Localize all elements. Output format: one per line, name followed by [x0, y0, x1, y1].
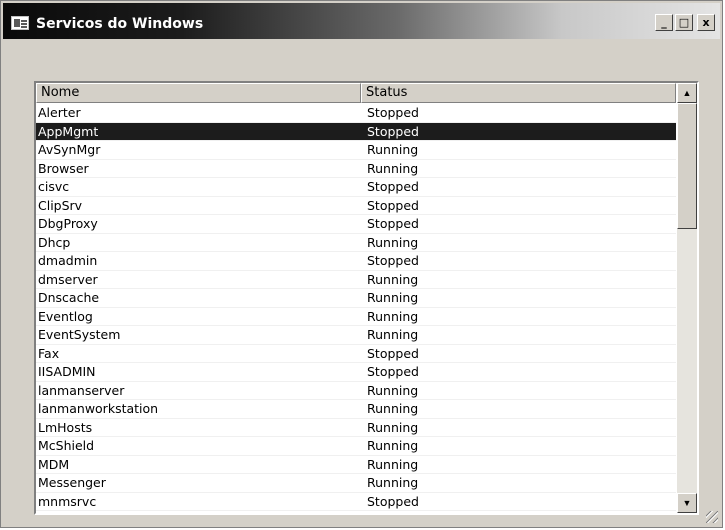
- list-item[interactable]: EventSystem Running: [36, 326, 676, 345]
- service-status: Running: [367, 160, 419, 176]
- service-name: AppMgmt: [38, 123, 99, 139]
- service-status: Running: [367, 290, 419, 305]
- service-status: Stopped: [367, 197, 419, 213]
- service-name: AvSynMgr: [38, 142, 101, 157]
- list-item[interactable]: cisvc Stopped: [36, 178, 676, 197]
- service-name: mnmsrvc: [38, 493, 97, 509]
- window-title: Servicos do Windows: [36, 16, 204, 32]
- service-status: Stopped: [367, 105, 419, 120]
- list-item[interactable]: McShield Running: [36, 437, 676, 456]
- list-item[interactable]: LmHosts Running: [36, 419, 676, 437]
- service-name: Dnscache: [38, 290, 100, 305]
- service-status: Stopped: [367, 123, 419, 139]
- service-status: Stopped: [367, 364, 419, 379]
- list-item[interactable]: DbgProxy Stopped: [36, 215, 676, 234]
- column-header-status[interactable]: Status: [361, 83, 676, 103]
- list-item[interactable]: dmadmin Stopped: [36, 252, 676, 271]
- arrow-down-icon: ▼: [682, 498, 692, 508]
- service-name: lanmanworkstation: [38, 401, 159, 416]
- service-name: LmHosts: [38, 419, 93, 435]
- service-name: DbgProxy: [38, 216, 98, 231]
- services-list-view[interactable]: Nome Status Alerter Stopped AppMgmt Stopped…: [34, 81, 699, 515]
- list-item[interactable]: Dhcp Running: [36, 234, 676, 252]
- service-name: lanmanserver: [38, 382, 125, 398]
- list-item[interactable]: Alerter Stopped: [36, 104, 676, 123]
- service-name: IISADMIN: [38, 364, 96, 379]
- list-item[interactable]: mnmsrvc Stopped: [36, 493, 676, 511]
- title-bar[interactable]: Servicos do Windows _ □ x: [3, 3, 720, 39]
- list-item[interactable]: ClipSrv Stopped: [36, 197, 676, 215]
- service-name: ClipSrv: [38, 197, 83, 213]
- service-status: Running: [367, 327, 419, 342]
- service-status: Running: [367, 438, 419, 453]
- service-name: Fax: [38, 345, 60, 361]
- close-button[interactable]: x: [697, 14, 715, 31]
- service-status: Running: [367, 308, 419, 324]
- service-name: cisvc: [38, 179, 70, 194]
- service-name: Alerter: [38, 105, 81, 120]
- service-status: Running: [367, 456, 419, 472]
- service-name: McShield: [38, 438, 95, 453]
- service-status: Running: [367, 475, 419, 490]
- service-name: Eventlog: [38, 308, 93, 324]
- scrollbar-thumb[interactable]: [677, 103, 697, 229]
- service-name: Dhcp: [38, 234, 71, 250]
- list-item[interactable]: Dnscache Running: [36, 289, 676, 308]
- service-status: Stopped: [367, 345, 419, 361]
- service-name: Messenger: [38, 475, 106, 490]
- vertical-scrollbar[interactable]: ▲ ▼: [677, 83, 697, 513]
- arrow-up-icon: ▲: [682, 88, 692, 98]
- service-status: Stopped: [367, 493, 419, 509]
- list-item[interactable]: lanmanworkstation Running: [36, 400, 676, 419]
- column-header-nome[interactable]: Nome: [36, 83, 361, 103]
- list-item[interactable]: lanmanserver Running: [36, 382, 676, 400]
- resize-grip-icon[interactable]: [706, 511, 718, 523]
- service-status: Running: [367, 382, 419, 398]
- services-window: Servicos do Windows _ □ x Nome Status Al…: [0, 0, 723, 528]
- scroll-down-button[interactable]: ▼: [677, 493, 697, 513]
- list-item[interactable]: Messenger Running: [36, 474, 676, 493]
- service-status: Stopped: [367, 216, 419, 231]
- list-item[interactable]: Eventlog Running: [36, 308, 676, 326]
- service-name: EventSystem: [38, 327, 121, 342]
- service-status: Running: [367, 401, 419, 416]
- list-item[interactable]: AvSynMgr Running: [36, 141, 676, 160]
- list-item[interactable]: AppMgmt Stopped: [36, 122, 676, 141]
- window-app-icon[interactable]: [11, 16, 29, 30]
- service-status: Running: [367, 271, 419, 287]
- service-name: dmserver: [38, 271, 98, 287]
- maximize-button[interactable]: □: [675, 14, 693, 31]
- list-header: Nome Status: [36, 83, 676, 103]
- service-status: Running: [367, 142, 419, 157]
- list-item[interactable]: MDM Running: [36, 456, 676, 474]
- service-status: Stopped: [367, 253, 419, 268]
- list-item[interactable]: Browser Running: [36, 160, 676, 178]
- list-item[interactable]: IISADMIN Stopped: [36, 363, 676, 382]
- minimize-button[interactable]: _: [655, 14, 673, 31]
- service-status: Running: [367, 234, 419, 250]
- service-status: Running: [367, 419, 419, 435]
- service-name: dmadmin: [38, 253, 98, 268]
- service-name: MDM: [38, 456, 70, 472]
- list-rows: Alerter Stopped AppMgmt Stopped AvSynMgr Runn…: [36, 104, 676, 511]
- service-status: Stopped: [367, 179, 419, 194]
- list-item[interactable]: dmserver Running: [36, 271, 676, 289]
- list-item[interactable]: Fax Stopped: [36, 345, 676, 363]
- service-name: Browser: [38, 160, 89, 176]
- scroll-up-button[interactable]: ▲: [677, 83, 697, 103]
